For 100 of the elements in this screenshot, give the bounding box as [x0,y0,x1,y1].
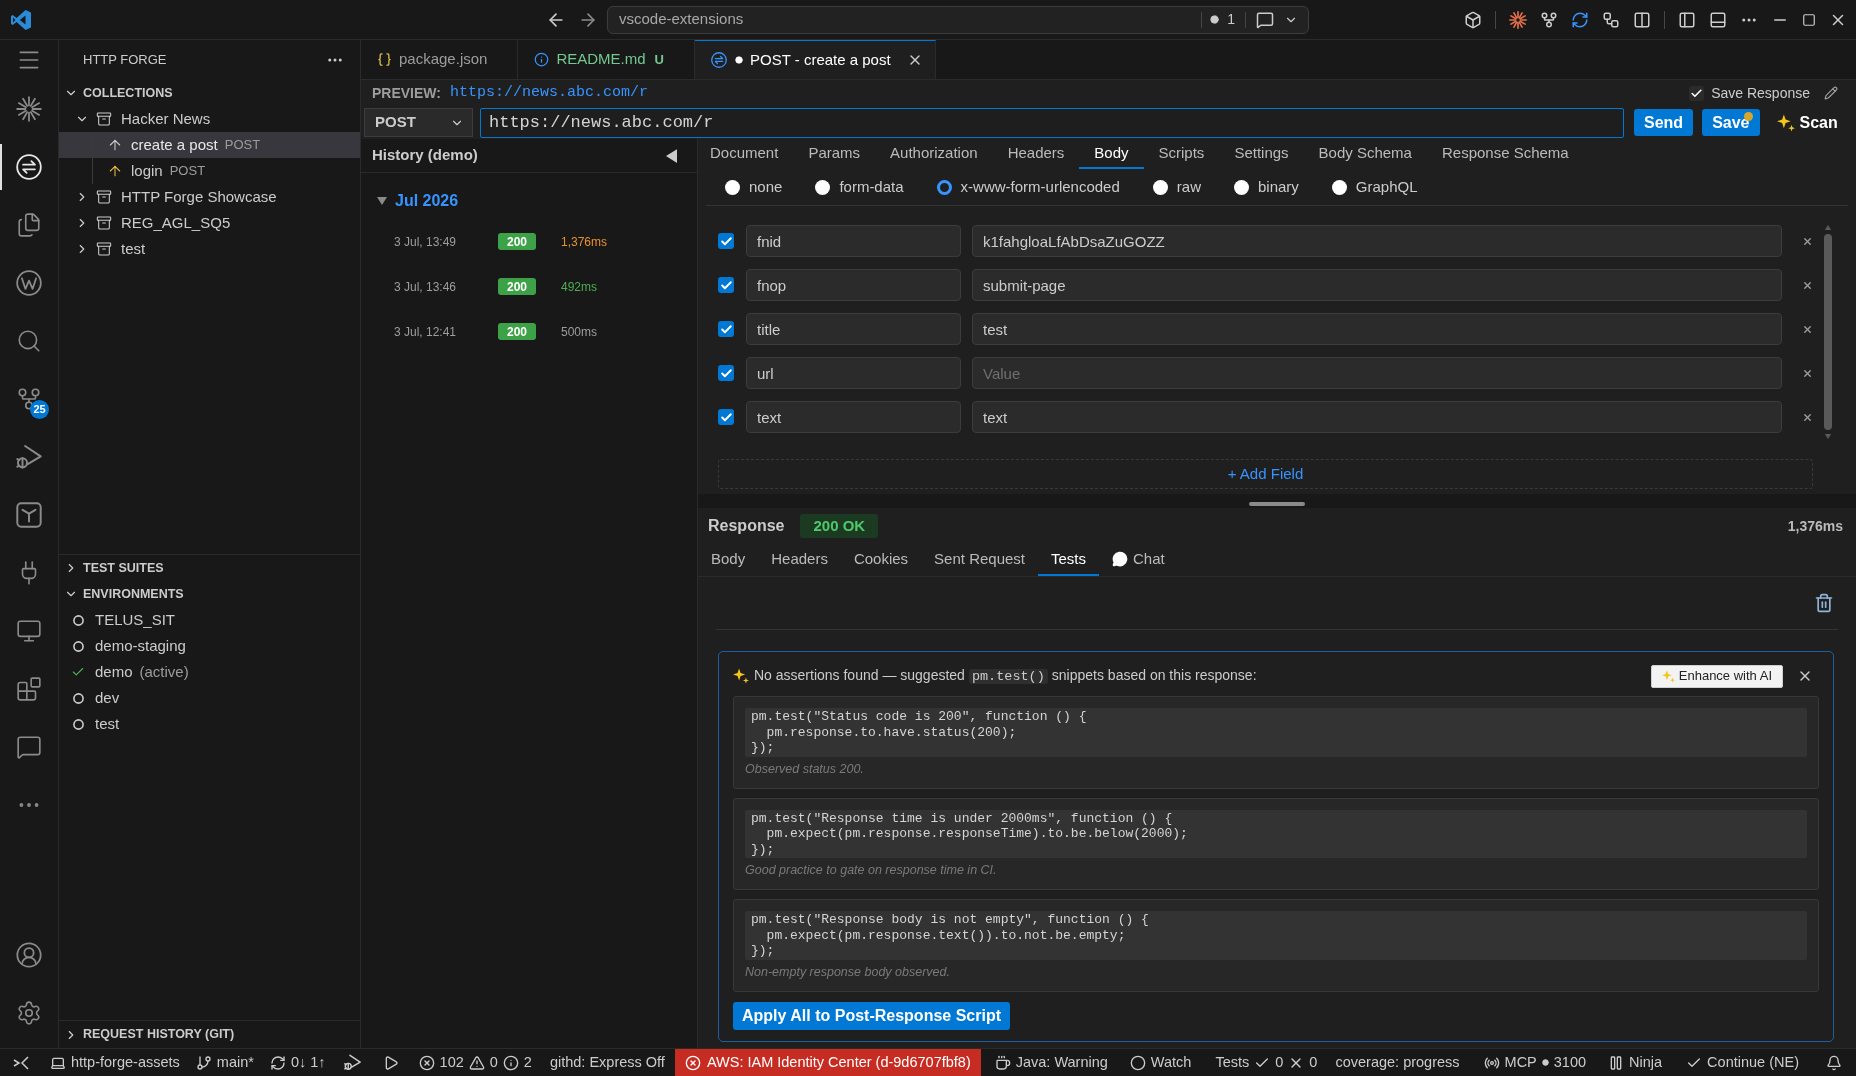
arrows-circle-icon[interactable] [16,154,42,180]
key-field[interactable]: fnop [746,269,961,301]
apply-button[interactable]: Apply All to Post-Response Script [733,1001,1010,1030]
sync-icon[interactable] [1571,10,1589,29]
section-header[interactable]: ENVIRONMENTS [59,581,360,607]
editor-tab[interactable]: README.md U [518,40,695,79]
value-field[interactable]: submit-page [972,269,1782,301]
branch-status[interactable]: main* [187,1049,262,1076]
delete-icon[interactable] [1802,367,1813,379]
radio-icon[interactable] [1152,179,1168,195]
asterisk-icon[interactable] [1509,10,1527,29]
radio-option[interactable]: none [725,175,783,199]
collection-item[interactable]: Hacker News [59,106,360,132]
radio-icon[interactable] [1233,179,1249,195]
response-tab[interactable]: Tests [1038,544,1100,576]
editor-tab[interactable]: package.json [361,40,519,79]
radio-option[interactable]: form-data [815,175,904,199]
section-header[interactable]: TEST SUITES [59,555,360,581]
environment-item[interactable]: demo (active) [59,659,360,685]
radio-option[interactable]: GraphQL [1331,175,1418,199]
checkbox[interactable] [718,321,734,337]
account-icon[interactable] [15,941,43,969]
value-field[interactable]: k1fahgloaLfAbDsaZuGOZZ [972,225,1782,257]
run-debug-icon[interactable] [16,444,42,470]
request-tab[interactable]: Params [793,139,876,169]
request-tab[interactable]: Authorization [875,139,993,169]
checkbox[interactable] [718,233,734,249]
remote-monitor-icon[interactable] [16,618,42,644]
radio-option[interactable]: x-www-form-urlencoded [936,175,1120,199]
request-item[interactable]: login POST [59,158,360,184]
chat-icon[interactable] [16,734,42,760]
response-tab[interactable]: Sent Request [921,544,1038,576]
request-tab[interactable]: Document [695,139,794,169]
request-tab[interactable]: Body Schema [1303,139,1427,169]
delete-icon[interactable] [1802,279,1813,291]
request-item[interactable]: create a post POST [59,132,360,158]
response-tab[interactable]: Body [698,544,759,576]
key-field[interactable]: url [746,357,961,389]
extensions-icon[interactable] [16,676,42,702]
radio-icon[interactable] [815,179,831,195]
request-tab[interactable]: Body [1079,139,1144,169]
scan-button[interactable]: Scan [1776,109,1838,136]
watch-status[interactable]: Watch [1121,1049,1200,1076]
checkbox[interactable] [718,409,734,425]
collection-item[interactable]: HTTP Forge Showcase [59,184,360,210]
section-header[interactable]: REQUEST HISTORY (GIT) [59,1021,235,1048]
environment-item[interactable]: dev [59,685,360,711]
remote-icon[interactable] [13,1054,29,1071]
value-field[interactable]: test [972,313,1782,345]
search-icon[interactable] [16,328,42,354]
request-tab[interactable]: Headers [992,139,1080,169]
sync-status[interactable]: 0↓ 1↑ [261,1049,334,1076]
delete-icon[interactable] [1802,235,1813,247]
response-tab[interactable]: Chat [1099,544,1178,576]
key-field[interactable]: fnid [746,225,961,257]
workspace-status[interactable]: http-forge-assets [42,1049,188,1076]
environment-item[interactable]: TELUS_SIT [59,607,360,633]
history-group[interactable]: Jul 2026 [361,187,697,215]
fork-icon[interactable] [1540,10,1558,29]
settings-icon[interactable] [16,1000,42,1026]
resize-handle[interactable] [1249,502,1305,506]
app-logo-icon[interactable] [11,9,31,30]
checkbox-icon[interactable] [1689,85,1705,101]
asterisk-icon[interactable] [16,96,42,122]
tests-status[interactable]: Tests 0 0 [1207,1049,1326,1076]
address-input[interactable]: https://news.abc.com/r [480,107,1624,138]
notifications-icon[interactable] [1826,1054,1842,1071]
chat-icon[interactable] [1256,10,1274,29]
value-field[interactable]: Value [972,357,1782,389]
java-status[interactable]: Java: Warning [986,1049,1116,1076]
maximize-icon[interactable] [1802,12,1816,27]
command-center[interactable]: vscode-extensions 1 [607,5,1309,34]
add-field-button[interactable]: + Add Field [718,459,1813,489]
environment-item[interactable]: demo-staging [59,633,360,659]
request-tab[interactable]: Scripts [1143,139,1220,169]
delete-icon[interactable] [1802,411,1813,423]
pencil-icon[interactable] [1824,86,1838,100]
scrollbar-thumb[interactable] [1823,234,1832,430]
trash-icon[interactable] [1814,592,1834,614]
save-response-checkbox[interactable]: Save Response [1689,82,1810,104]
cube-icon[interactable] [1464,10,1482,29]
method-select[interactable]: POST [364,108,473,137]
collection-item[interactable]: test [59,236,360,262]
toggle-sidebar-icon[interactable] [1678,10,1696,29]
radio-icon[interactable] [936,179,952,195]
history-entry[interactable]: 3 Jul, 12:41 200 500ms [361,309,697,354]
enhance-button[interactable]: Enhance with AI [1650,664,1783,688]
continue-status[interactable]: Continue (NE) [1678,1049,1807,1076]
collapse-icon[interactable] [666,148,677,163]
mcp-status[interactable]: MCP 3100 [1475,1049,1595,1076]
zigzag-circle-icon[interactable] [16,270,42,296]
status-text[interactable]: coverage: progress [1325,1049,1470,1076]
alert-status[interactable]: AWS: IAM Identity Center (d-9d6707fbf8) [674,1049,981,1076]
status-text[interactable]: githd: Express Off [539,1049,675,1076]
response-tab[interactable]: Cookies [840,544,922,576]
checkbox[interactable] [718,365,734,381]
history-entry[interactable]: 3 Jul, 13:49 200 1,376ms [361,219,697,264]
send-button[interactable]: Send [1634,109,1694,136]
request-tab[interactable]: Response Schema [1426,139,1584,169]
environment-item[interactable]: test [59,711,360,737]
